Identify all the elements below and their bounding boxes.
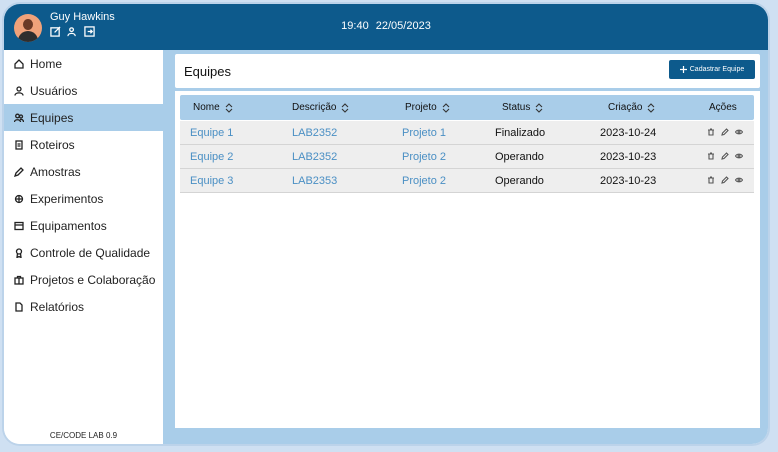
pencil-icon (14, 166, 24, 177)
team-project-link[interactable]: Projeto 2 (402, 151, 446, 163)
page-title: Equipes (184, 64, 231, 79)
team-created-date: 2023-10-24 (600, 127, 657, 139)
column-label: Projeto (405, 102, 437, 113)
flask-icon (14, 194, 24, 203)
team-created-date: 2023-10-23 (600, 151, 657, 163)
sidebar-item-experimentos[interactable]: Experimentos (4, 185, 163, 212)
sidebar-item-relatorios[interactable]: Relatórios (4, 293, 163, 320)
table-row: Equipe 2 LAB2352 Projeto 2 Operando 2023… (180, 145, 754, 169)
column-header-descricao[interactable]: Descrição (292, 102, 349, 113)
team-created-date: 2023-10-23 (600, 175, 657, 187)
row-actions (707, 176, 743, 184)
sort-icon (225, 102, 233, 113)
column-label: Descrição (292, 102, 337, 113)
main-content: Equipes Cadastrar Equipe Nome Descrição … (163, 50, 768, 444)
plus-icon (679, 66, 687, 73)
users-icon (14, 113, 24, 122)
sidebar-item-amostras[interactable]: Amostras (4, 158, 163, 185)
column-header-acoes: Ações (709, 102, 737, 113)
add-team-button[interactable]: Cadastrar Equipe (669, 60, 755, 79)
current-date: 22/05/2023 (375, 20, 431, 32)
sidebar-item-label: Equipes (30, 110, 74, 125)
team-description-link[interactable]: LAB2353 (292, 175, 337, 187)
sidebar-item-label: Relatórios (30, 299, 85, 314)
page-header: Equipes Cadastrar Equipe (175, 54, 760, 88)
sidebar-item-label: Home (30, 56, 63, 71)
table-header: Nome Descrição Projeto Status Criação Aç… (180, 95, 754, 120)
eye-icon[interactable] (735, 152, 743, 160)
add-team-button-label: Cadastrar Equipe (689, 66, 745, 73)
sidebar-item-label: Usuários (30, 83, 78, 98)
sidebar: Home Usuários Equipes Roteiros Amostras … (4, 50, 163, 444)
edit-icon[interactable] (721, 176, 729, 184)
top-bar: Guy Hawkins 19:40 22/05/2023 (4, 4, 768, 50)
column-header-status[interactable]: Status (502, 102, 543, 113)
row-actions (707, 128, 743, 136)
sidebar-item-equipes[interactable]: Equipes (4, 104, 163, 131)
badge-icon (15, 247, 23, 258)
current-time: 19:40 (341, 20, 369, 32)
trash-icon[interactable] (707, 176, 715, 184)
edit-icon[interactable] (721, 128, 729, 136)
sidebar-item-equipamentos[interactable]: Equipamentos (4, 212, 163, 239)
column-header-nome[interactable]: Nome (193, 102, 233, 113)
eye-icon[interactable] (735, 176, 743, 184)
column-label: Status (502, 102, 531, 113)
team-status: Operando (495, 151, 544, 163)
sidebar-item-home[interactable]: Home (4, 50, 163, 77)
sidebar-item-label: Experimentos (30, 191, 104, 206)
user-icon (14, 85, 24, 96)
column-label: Nome (193, 102, 220, 113)
edit-icon[interactable] (721, 152, 729, 160)
equipment-icon (14, 221, 24, 230)
teams-table: Nome Descrição Projeto Status Criação Aç… (175, 91, 760, 428)
sort-icon (535, 102, 543, 113)
file-icon (15, 301, 23, 312)
sidebar-item-usuarios[interactable]: Usuários (4, 77, 163, 104)
team-project-link[interactable]: Projeto 2 (402, 175, 446, 187)
app-window: Guy Hawkins 19:40 22/05/2023 Home Usuári… (4, 4, 768, 444)
sidebar-item-label: Controle de Qualidade (30, 245, 151, 260)
column-header-criacao[interactable]: Criação (608, 102, 655, 113)
team-project-link[interactable]: Projeto 1 (402, 127, 446, 139)
column-label: Ações (709, 102, 737, 113)
team-name-link[interactable]: Equipe 1 (190, 127, 233, 139)
sidebar-item-label: Projetos e Colaboração (30, 272, 156, 287)
column-header-projeto[interactable]: Projeto (405, 102, 450, 113)
team-name-link[interactable]: Equipe 2 (190, 151, 233, 163)
sidebar-item-projetos-e-colaboracao[interactable]: Projetos e Colaboração (4, 266, 163, 293)
datetime: 19:40 22/05/2023 (4, 20, 768, 32)
sidebar-item-controle-de-qualidade[interactable]: Controle de Qualidade (4, 239, 163, 266)
briefcase-icon (14, 275, 24, 285)
app-version: CE/CODE LAB 0.9 (49, 431, 118, 440)
sidebar-item-label: Equipamentos (30, 218, 107, 233)
trash-icon[interactable] (707, 128, 715, 136)
trash-icon[interactable] (707, 152, 715, 160)
team-description-link[interactable]: LAB2352 (292, 127, 337, 139)
team-description-link[interactable]: LAB2352 (292, 151, 337, 163)
home-icon (14, 58, 24, 69)
sort-icon (648, 102, 655, 113)
sidebar-item-roteiros[interactable]: Roteiros (4, 131, 163, 158)
team-status: Operando (495, 175, 544, 187)
eye-icon[interactable] (735, 128, 743, 136)
column-label: Criação (608, 102, 643, 113)
row-actions (707, 152, 743, 160)
table-row: Equipe 1 LAB2352 Projeto 1 Finalizado 20… (180, 121, 754, 145)
team-name-link[interactable]: Equipe 3 (190, 175, 233, 187)
sort-icon (442, 102, 450, 113)
team-status: Finalizado (495, 127, 546, 139)
document-icon (15, 139, 23, 150)
sidebar-item-label: Roteiros (30, 137, 75, 152)
sort-icon (342, 102, 349, 113)
sidebar-item-label: Amostras (30, 164, 81, 179)
table-row: Equipe 3 LAB2353 Projeto 2 Operando 2023… (180, 169, 754, 193)
